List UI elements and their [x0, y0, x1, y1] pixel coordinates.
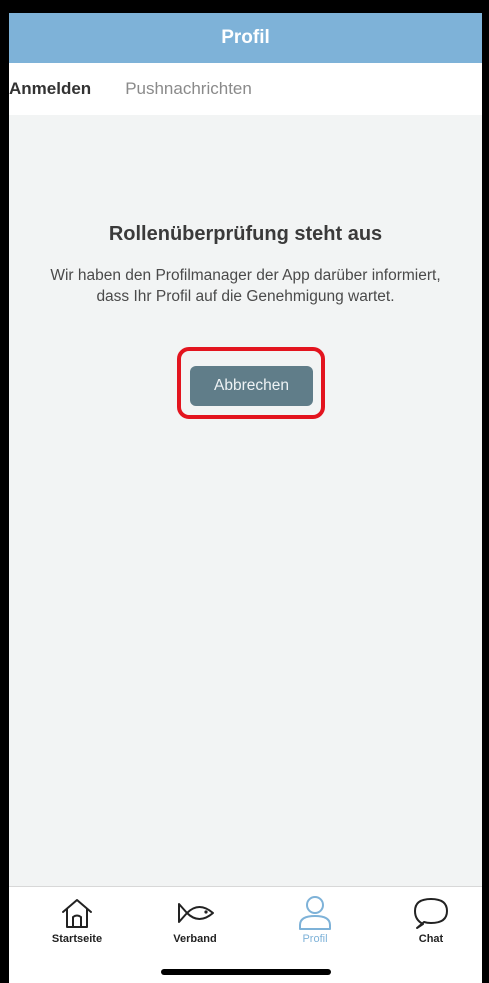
person-icon: [265, 895, 365, 931]
tabbar-item-startseite[interactable]: Startseite: [27, 895, 127, 945]
tabbar-label: Startseite: [51, 933, 103, 945]
home-indicator: [160, 969, 331, 975]
cancel-button[interactable]: Abbrechen: [190, 366, 313, 406]
status-title: Rollenüberprüfung steht aus: [108, 223, 383, 245]
tabbar-item-verband[interactable]: Verband: [145, 895, 245, 945]
main-content: Rollenüberprüfung steht aus Wir haben de…: [9, 115, 482, 887]
tabbar-item-profil[interactable]: Profil: [265, 895, 365, 945]
phone-screen: Profil Anmelden Pushnachrichten Rollenüb…: [0, 0, 489, 983]
page-title: Profil: [221, 27, 270, 48]
bottom-tab-bar: Startseite Verband Profil Chat: [9, 886, 482, 983]
tab-pushnachrichten[interactable]: Pushnachrichten: [125, 79, 252, 99]
chat-bubble-icon: [381, 895, 481, 931]
status-description: Wir haben den Profilmanager der App darü…: [50, 267, 441, 305]
tabbar-item-chat[interactable]: Chat: [381, 895, 481, 945]
fish-icon: [145, 895, 245, 931]
tab-bar-top: Anmelden Pushnachrichten: [9, 63, 482, 115]
app-header: Profil: [9, 13, 482, 63]
tabbar-label: Verband: [173, 933, 217, 945]
tabbar-label: Profil: [302, 933, 328, 945]
home-icon: [27, 895, 127, 931]
tabbar-label: Chat: [418, 933, 444, 945]
tab-anmelden[interactable]: Anmelden: [9, 79, 91, 99]
